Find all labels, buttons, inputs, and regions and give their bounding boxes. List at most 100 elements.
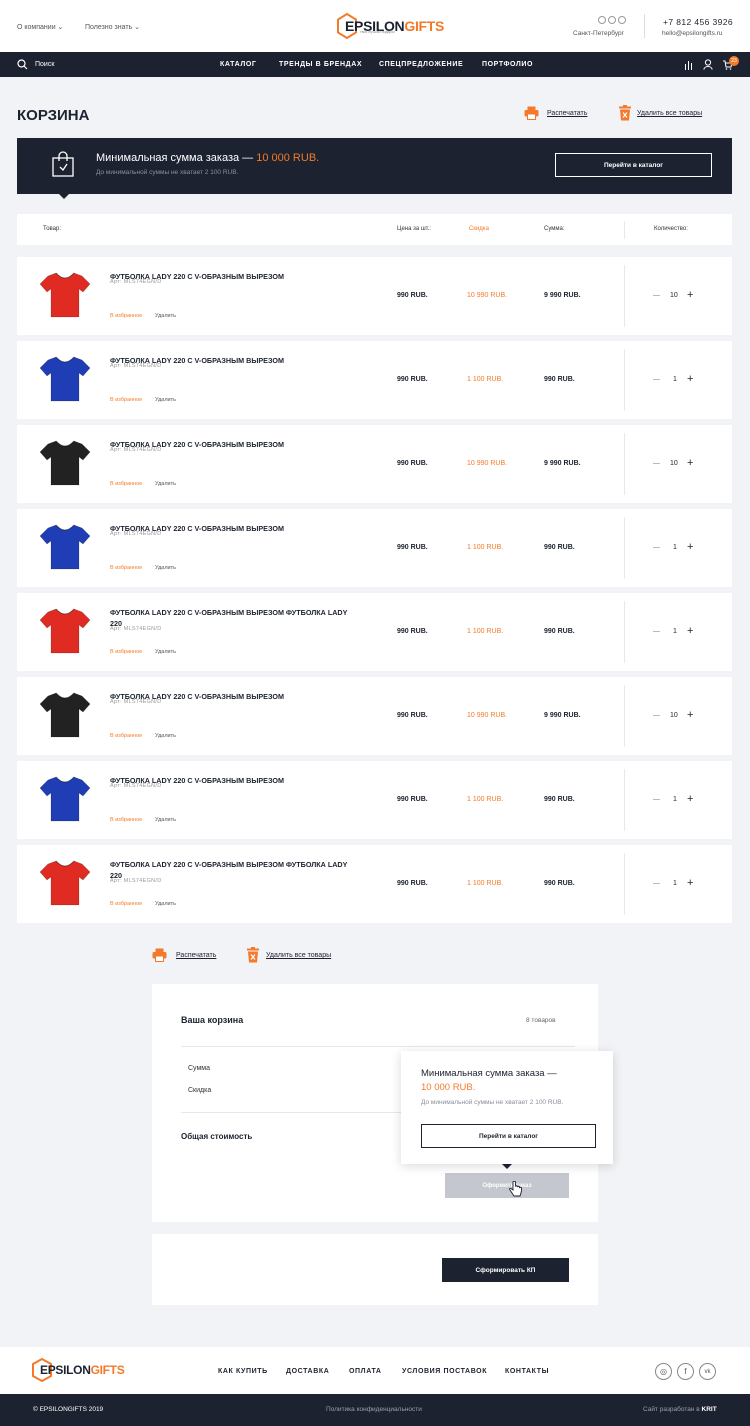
search-label[interactable]: Поиск bbox=[35, 61, 54, 68]
nav-special[interactable]: СПЕЦПРЕДЛОЖЕНИЕ bbox=[379, 61, 463, 68]
go-catalog-button[interactable]: Перейти в каталог bbox=[555, 153, 712, 177]
tshirt-image[interactable] bbox=[39, 354, 91, 404]
decrease-quantity-button[interactable] bbox=[653, 715, 660, 716]
printer-icon[interactable] bbox=[152, 948, 167, 962]
footer-payment[interactable]: ОПЛАТА bbox=[349, 1368, 382, 1375]
tshirt-image[interactable] bbox=[39, 774, 91, 824]
table-row: ФУТБОЛКА LADY 220 С V-ОБРАЗНЫМ ВЫРЕЗОМ А… bbox=[17, 761, 732, 839]
remove-item-link[interactable]: Удалить bbox=[155, 817, 176, 823]
decrease-quantity-button[interactable] bbox=[653, 295, 660, 296]
vk-icon[interactable] bbox=[618, 16, 626, 24]
tshirt-image[interactable] bbox=[39, 270, 91, 320]
decrease-quantity-button[interactable] bbox=[653, 379, 660, 380]
print-link[interactable]: Распечатать bbox=[547, 110, 587, 117]
decrease-quantity-button[interactable] bbox=[653, 883, 660, 884]
divider bbox=[181, 1112, 431, 1113]
instagram-icon[interactable] bbox=[598, 16, 606, 24]
nav-useful[interactable]: Полезно знать ⌄ bbox=[85, 23, 140, 31]
add-to-favorites-link[interactable]: В избранное bbox=[110, 733, 142, 739]
decrease-quantity-button[interactable] bbox=[653, 799, 660, 800]
product-article: Арт: MLS74EGN/D bbox=[110, 878, 162, 884]
search-icon[interactable] bbox=[17, 59, 28, 70]
generate-kp-button[interactable]: Сформировать КП bbox=[442, 1258, 569, 1282]
unit-price: 990 RUB. bbox=[397, 712, 428, 719]
quantity-value[interactable]: 1 bbox=[673, 376, 677, 383]
header-social bbox=[598, 16, 626, 24]
divider bbox=[624, 433, 625, 495]
facebook-icon[interactable]: f bbox=[677, 1363, 694, 1380]
banner-subtitle: До минимальной суммы не хватает 2 100 RU… bbox=[96, 169, 239, 176]
developer-name[interactable]: KRIT bbox=[702, 1406, 717, 1413]
increase-quantity-button[interactable]: + bbox=[687, 374, 693, 385]
increase-quantity-button[interactable]: + bbox=[687, 458, 693, 469]
add-to-favorites-link[interactable]: В избранное bbox=[110, 649, 142, 655]
user-icon[interactable] bbox=[703, 59, 713, 70]
increase-quantity-button[interactable]: + bbox=[687, 794, 693, 805]
print-link-bottom[interactable]: Распечатать bbox=[176, 952, 216, 959]
quantity-value[interactable]: 1 bbox=[673, 796, 677, 803]
popup-title: Минимальная сумма заказа — bbox=[421, 1068, 557, 1079]
decrease-quantity-button[interactable] bbox=[653, 547, 660, 548]
increase-quantity-button[interactable]: + bbox=[687, 290, 693, 301]
nav-about[interactable]: О компании ⌄ bbox=[17, 23, 63, 31]
remove-item-link[interactable]: Удалить bbox=[155, 649, 176, 655]
tshirt-image[interactable] bbox=[39, 858, 91, 908]
checkout-button[interactable]: Оформить заказ bbox=[445, 1173, 569, 1198]
nav-portfolio[interactable]: ПОРТФОЛИО bbox=[482, 61, 533, 68]
privacy-link[interactable]: Политика конфиденциальности bbox=[326, 1406, 422, 1413]
instagram-icon[interactable]: ◎ bbox=[655, 1363, 672, 1380]
line-sum: 9 990 RUB. bbox=[544, 712, 581, 719]
remove-item-link[interactable]: Удалить bbox=[155, 565, 176, 571]
footer-delivery[interactable]: ДОСТАВКА bbox=[286, 1368, 329, 1375]
add-to-favorites-link[interactable]: В избранное bbox=[110, 481, 142, 487]
quantity-value[interactable]: 10 bbox=[670, 292, 678, 299]
quantity-value[interactable]: 1 bbox=[673, 628, 677, 635]
footer-how-to-buy[interactable]: КАК КУПИТЬ bbox=[218, 1368, 268, 1375]
quantity-value[interactable]: 1 bbox=[673, 880, 677, 887]
divider bbox=[181, 1046, 575, 1047]
add-to-favorites-link[interactable]: В избранное bbox=[110, 313, 142, 319]
tshirt-image[interactable] bbox=[39, 606, 91, 656]
footer-contacts[interactable]: КОНТАКТЫ bbox=[505, 1368, 549, 1375]
add-to-favorites-link[interactable]: В избранное bbox=[110, 817, 142, 823]
add-to-favorites-link[interactable]: В избранное bbox=[110, 565, 142, 571]
nav-catalog[interactable]: КАТАЛОГ bbox=[220, 61, 256, 68]
add-to-favorites-link[interactable]: В избранное bbox=[110, 901, 142, 907]
increase-quantity-button[interactable]: + bbox=[687, 542, 693, 553]
add-to-favorites-link[interactable]: В избранное bbox=[110, 397, 142, 403]
increase-quantity-button[interactable]: + bbox=[687, 710, 693, 721]
remove-item-link[interactable]: Удалить bbox=[155, 481, 176, 487]
compare-icon[interactable] bbox=[684, 60, 694, 70]
tshirt-image[interactable] bbox=[39, 522, 91, 572]
footer-logo[interactable]: EPSILON GIFTS bbox=[32, 1358, 125, 1382]
remove-item-link[interactable]: Удалить bbox=[155, 733, 176, 739]
table-row: ФУТБОЛКА LADY 220 С V-ОБРАЗНЫМ ВЫРЕЗОМ А… bbox=[17, 425, 732, 503]
quantity-value[interactable]: 10 bbox=[670, 712, 678, 719]
nav-trends[interactable]: ТРЕНДЫ В БРЕНДАХ bbox=[279, 61, 362, 68]
increase-quantity-button[interactable]: + bbox=[687, 626, 693, 637]
discount-price: 10 990 RUB. bbox=[467, 292, 508, 299]
printer-icon[interactable] bbox=[524, 106, 539, 120]
facebook-icon[interactable] bbox=[608, 16, 616, 24]
trash-icon[interactable] bbox=[247, 947, 259, 963]
remove-item-link[interactable]: Удалить bbox=[155, 397, 176, 403]
delete-all-link[interactable]: Удалить все товары bbox=[637, 110, 702, 117]
tshirt-image[interactable] bbox=[39, 438, 91, 488]
quantity-value[interactable]: 1 bbox=[673, 544, 677, 551]
logo[interactable]: EPSILON GIFTS bbox=[337, 13, 444, 39]
trash-icon[interactable] bbox=[619, 105, 631, 121]
tshirt-image[interactable] bbox=[39, 690, 91, 740]
remove-item-link[interactable]: Удалить bbox=[155, 313, 176, 319]
email[interactable]: hello@epsilongifts.ru bbox=[662, 30, 722, 37]
delete-all-link-bottom[interactable]: Удалить все товары bbox=[266, 952, 331, 959]
phone[interactable]: +7 812 456 3926 bbox=[663, 17, 733, 27]
remove-item-link[interactable]: Удалить bbox=[155, 901, 176, 907]
increase-quantity-button[interactable]: + bbox=[687, 878, 693, 889]
line-sum: 990 RUB. bbox=[544, 880, 575, 887]
popup-catalog-button[interactable]: Перейти в каталог bbox=[421, 1124, 596, 1148]
decrease-quantity-button[interactable] bbox=[653, 463, 660, 464]
decrease-quantity-button[interactable] bbox=[653, 631, 660, 632]
footer-terms[interactable]: УСЛОВИЯ ПОСТАВОК bbox=[402, 1368, 487, 1375]
quantity-value[interactable]: 10 bbox=[670, 460, 678, 467]
vk-icon[interactable]: vk bbox=[699, 1363, 716, 1380]
